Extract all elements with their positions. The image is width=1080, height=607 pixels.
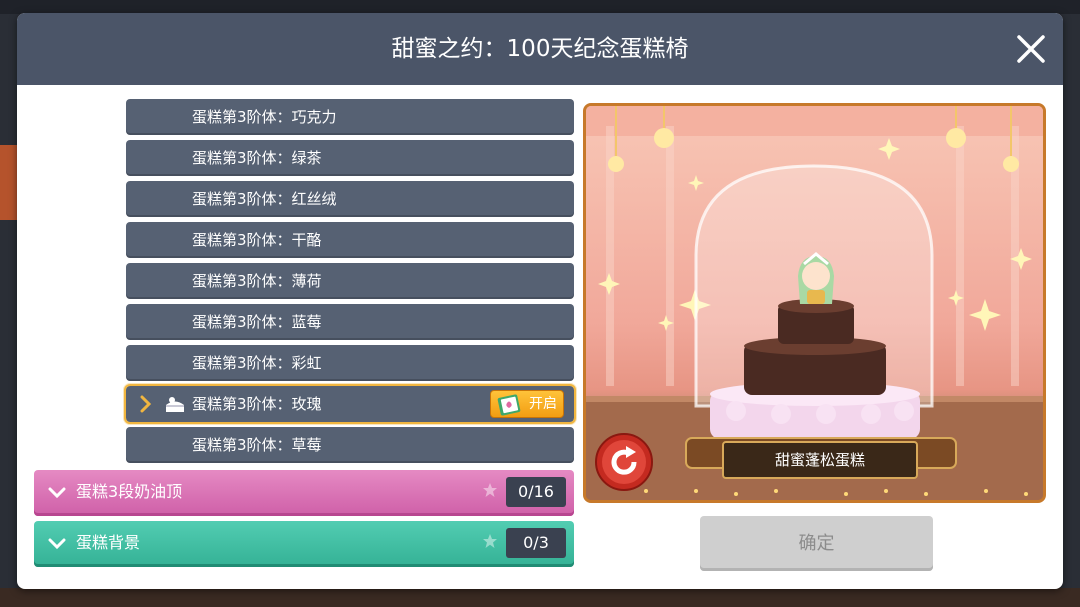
list-item[interactable]: 蛋糕第3阶体：巧克力: [126, 99, 574, 135]
list-item-selected[interactable]: 蛋糕第3阶体：玫瑰 开启: [124, 384, 576, 424]
background-top: [0, 0, 1080, 14]
refresh-icon: [595, 433, 653, 491]
item-list[interactable]: 蛋糕第3阶体：巧克力 蛋糕第3阶体：绿茶 蛋糕第3阶体：红丝绒 蛋糕第3阶体：干…: [17, 85, 582, 589]
list-item-label: 蛋糕第3阶体：干酪: [192, 231, 322, 249]
list-item-label: 蛋糕第3阶体：红丝绒: [192, 190, 337, 208]
chevron-down-icon: [48, 538, 66, 550]
category-count: 0/16: [506, 477, 566, 507]
background-bottom: [0, 588, 1080, 607]
chevron-right-icon: [140, 395, 152, 413]
cake-icon: [166, 397, 184, 412]
item-preview: 甜蜜蓬松蛋糕: [583, 103, 1046, 503]
list-item-label: 蛋糕第3阶体：薄荷: [192, 272, 322, 290]
list-item[interactable]: 蛋糕第3阶体：红丝绒: [126, 181, 574, 217]
category-label: 蛋糕3段奶油顶: [76, 482, 183, 501]
star-icon: [483, 534, 497, 548]
confirm-button[interactable]: 确定: [700, 516, 933, 571]
category-cake-background[interactable]: 蛋糕背景 0/3: [34, 521, 574, 567]
category-count: 0/3: [506, 528, 566, 558]
list-item[interactable]: 蛋糕第3阶体：干酪: [126, 222, 574, 258]
list-item-label: 蛋糕第3阶体：彩虹: [192, 354, 322, 372]
list-item[interactable]: 蛋糕第3阶体：蓝莓: [126, 304, 574, 340]
item-name-plate: 甜蜜蓬松蛋糕: [722, 441, 918, 479]
list-item-label: 蛋糕第3阶体：蓝莓: [192, 313, 322, 331]
open-label: 开启: [529, 396, 557, 412]
category-cream-top[interactable]: 蛋糕3段奶油顶 0/16: [34, 470, 574, 516]
list-item[interactable]: 蛋糕第3阶体：薄荷: [126, 263, 574, 299]
cake-chair-dialog: 甜蜜之约：100天纪念蛋糕椅 蛋糕第3阶体：巧克力 蛋糕第3阶体：绿茶 蛋糕第3…: [17, 13, 1063, 589]
category-label: 蛋糕背景: [76, 533, 141, 552]
dialog-header: 甜蜜之约：100天纪念蛋糕椅: [17, 13, 1063, 85]
close-icon: [1017, 35, 1045, 63]
list-item-label: 蛋糕第3阶体：玫瑰: [192, 395, 322, 413]
book-icon: [497, 394, 521, 416]
list-item[interactable]: 蛋糕第3阶体：草莓: [126, 427, 574, 463]
chevron-down-icon: [48, 487, 66, 499]
character-avatar: [798, 252, 834, 304]
reset-preview-button[interactable]: [594, 432, 654, 492]
list-item-label: 蛋糕第3阶体：草莓: [192, 436, 322, 454]
close-button[interactable]: [1013, 31, 1049, 67]
curtain: [586, 106, 1043, 136]
list-item-label: 蛋糕第3阶体：绿茶: [192, 149, 322, 167]
star-icon: [483, 483, 497, 497]
list-item[interactable]: 蛋糕第3阶体：绿茶: [126, 140, 574, 176]
background-decoration: [0, 145, 18, 220]
list-item-label: 蛋糕第3阶体：巧克力: [192, 108, 337, 126]
list-item[interactable]: 蛋糕第3阶体：彩虹: [126, 345, 574, 381]
open-button[interactable]: 开启: [490, 390, 564, 418]
dialog-title: 甜蜜之约：100天纪念蛋糕椅: [391, 36, 689, 62]
